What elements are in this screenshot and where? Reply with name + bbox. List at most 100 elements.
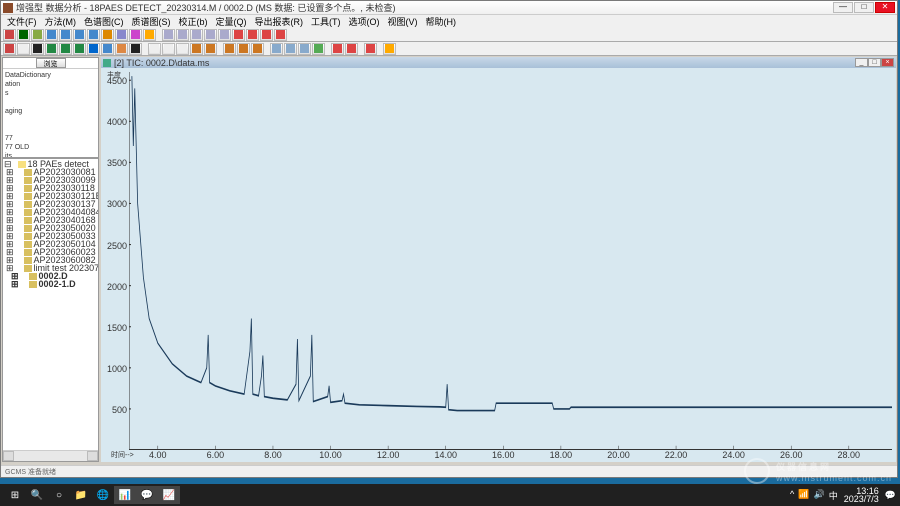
toolbar-button-2[interactable]	[31, 29, 44, 41]
menu-calib[interactable]: 校正(b)	[175, 15, 212, 28]
toolbar-button-2[interactable]	[31, 43, 44, 55]
toolbar-button-17[interactable]	[223, 43, 236, 55]
sidebar: 浏览 DataDictionaryations aging 7777 OLDit…	[2, 57, 99, 462]
taskbar-app[interactable]: 💬	[136, 486, 158, 504]
menu-quant[interactable]: 定量(Q)	[212, 15, 251, 28]
toolbar-button-13[interactable]	[176, 43, 189, 55]
menu-help[interactable]: 帮助(H)	[422, 15, 461, 28]
toolbar-button-29[interactable]	[364, 43, 377, 55]
toolbar-button-4[interactable]	[59, 43, 72, 55]
toolbar-1	[1, 28, 897, 42]
menubar: 文件(F) 方法(M) 色谱图(C) 质谱图(S) 校正(b) 定量(Q) 导出…	[1, 15, 897, 28]
y-axis: 丰度 50010001500200025003000350040004500	[101, 68, 129, 462]
toolbar-button-5[interactable]	[73, 29, 86, 41]
app-window: 增强型 数据分析 - 18PAES DETECT_20230314.M / 00…	[0, 0, 898, 478]
tray-icon[interactable]: 📶	[798, 489, 809, 502]
toolbar-button-3[interactable]	[45, 43, 58, 55]
file-tree[interactable]: ⊟18 PAEs detect⊞AP2023030081 20230322⊞AP…	[3, 159, 98, 450]
browse-button[interactable]: 浏览	[36, 58, 66, 68]
toolbar-button-1[interactable]	[17, 43, 30, 55]
toolbar-button-9[interactable]	[129, 29, 142, 41]
toolbar-button-4[interactable]	[59, 29, 72, 41]
toolbar-button-26[interactable]	[331, 43, 344, 55]
toolbar-button-20[interactable]	[274, 29, 287, 41]
toolbar-button-15[interactable]	[204, 29, 217, 41]
menu-view[interactable]: 视图(V)	[384, 15, 422, 28]
toolbar-button-18[interactable]	[246, 29, 259, 41]
toolbar-button-19[interactable]	[260, 29, 273, 41]
titlebar[interactable]: 增强型 数据分析 - 18PAES DETECT_20230314.M / 00…	[1, 1, 897, 15]
menu-method[interactable]: 方法(M)	[41, 15, 81, 28]
app-icon	[3, 3, 13, 13]
maximize-button[interactable]: □	[854, 2, 874, 13]
toolbar-button-18[interactable]	[237, 43, 250, 55]
toolbar-button-9[interactable]	[129, 43, 142, 55]
toolbar-button-5[interactable]	[73, 43, 86, 55]
toolbar-button-0[interactable]	[3, 29, 16, 41]
tree-item[interactable]: ⊞0002-1.D	[4, 280, 97, 288]
chart-panel: [2] TIC: 0002.D\data.ms _ □ × 丰度 5001000…	[101, 57, 896, 462]
main-area: 浏览 DataDictionaryations aging 7777 OLDit…	[1, 56, 897, 463]
chart-min-button[interactable]: _	[855, 58, 868, 67]
menu-options[interactable]: 选项(O)	[345, 15, 384, 28]
toolbar-button-7[interactable]	[101, 43, 114, 55]
toolbar-button-12[interactable]	[162, 29, 175, 41]
toolbar-button-31[interactable]	[383, 43, 396, 55]
chart-max-button[interactable]: □	[868, 58, 881, 67]
menu-chrom[interactable]: 色谱图(C)	[80, 15, 128, 28]
toolbar-button-11[interactable]	[148, 43, 161, 55]
x-axis: 时间--> 4.006.008.0010.0012.0014.0016.0018…	[129, 450, 892, 462]
toolbar-button-23[interactable]	[298, 43, 311, 55]
toolbar-button-22[interactable]	[284, 43, 297, 55]
toolbar-button-8[interactable]	[115, 29, 128, 41]
taskbar-app[interactable]: 🌐	[92, 486, 114, 504]
info-text: DataDictionaryations aging 7777 OLDits	[3, 69, 98, 159]
taskbar-app[interactable]: ⊞	[4, 486, 26, 504]
taskbar-app[interactable]: 🔍	[26, 486, 48, 504]
toolbar-button-17[interactable]	[232, 29, 245, 41]
menu-file[interactable]: 文件(F)	[3, 15, 41, 28]
toolbar-button-3[interactable]	[45, 29, 58, 41]
toolbar-2	[1, 42, 897, 56]
chart-header[interactable]: [2] TIC: 0002.D\data.ms _ □ ×	[101, 57, 896, 68]
toolbar-button-10[interactable]	[143, 29, 156, 41]
menu-report[interactable]: 导出报表(R)	[251, 15, 308, 28]
menu-tools[interactable]: 工具(T)	[307, 15, 345, 28]
toolbar-button-21[interactable]	[270, 43, 283, 55]
toolbar-button-12[interactable]	[162, 43, 175, 55]
toolbar-button-27[interactable]	[345, 43, 358, 55]
chart-close-button[interactable]: ×	[881, 58, 894, 67]
taskbar-app[interactable]: 📊	[114, 486, 136, 504]
toolbar-button-1[interactable]	[17, 29, 30, 41]
toolbar-button-13[interactable]	[176, 29, 189, 41]
toolbar-button-19[interactable]	[251, 43, 264, 55]
toolbar-button-0[interactable]	[3, 43, 16, 55]
tray-icon[interactable]: 🔊	[814, 489, 825, 502]
taskbar: ⊞🔍○📁🌐📊💬📈 ^📶🔊中 13:162023/7/3 💬	[0, 484, 900, 506]
menu-spec[interactable]: 质谱图(S)	[128, 15, 175, 28]
tray-icon[interactable]: ^	[790, 489, 794, 502]
taskbar-app[interactable]: 📁	[70, 486, 92, 504]
statusbar: GCMS 准备就绪	[1, 465, 897, 477]
toolbar-button-24[interactable]	[312, 43, 325, 55]
minimize-button[interactable]: —	[833, 2, 853, 13]
toolbar-button-15[interactable]	[204, 43, 217, 55]
tray-icon[interactable]: 中	[829, 489, 838, 502]
clock[interactable]: 13:162023/7/3	[844, 487, 879, 503]
notif-icon[interactable]: 💬	[885, 490, 896, 501]
toolbar-button-14[interactable]	[190, 29, 203, 41]
toolbar-button-14[interactable]	[190, 43, 203, 55]
taskbar-app[interactable]: 📈	[158, 486, 180, 504]
toolbar-button-6[interactable]	[87, 43, 100, 55]
chart-icon	[103, 59, 111, 67]
system-tray[interactable]: ^ 📶 🔊 中 13:162023/7/3 💬	[790, 487, 896, 503]
toolbar-button-6[interactable]	[87, 29, 100, 41]
close-button[interactable]: ✕	[875, 2, 895, 13]
window-title: 增强型 数据分析 - 18PAES DETECT_20230314.M / 00…	[16, 1, 833, 14]
toolbar-button-7[interactable]	[101, 29, 114, 41]
toolbar-button-16[interactable]	[218, 29, 231, 41]
taskbar-app[interactable]: ○	[48, 486, 70, 504]
plot-area[interactable]: 丰度 50010001500200025003000350040004500 时…	[101, 68, 896, 462]
scrollbar[interactable]	[3, 450, 98, 461]
toolbar-button-8[interactable]	[115, 43, 128, 55]
